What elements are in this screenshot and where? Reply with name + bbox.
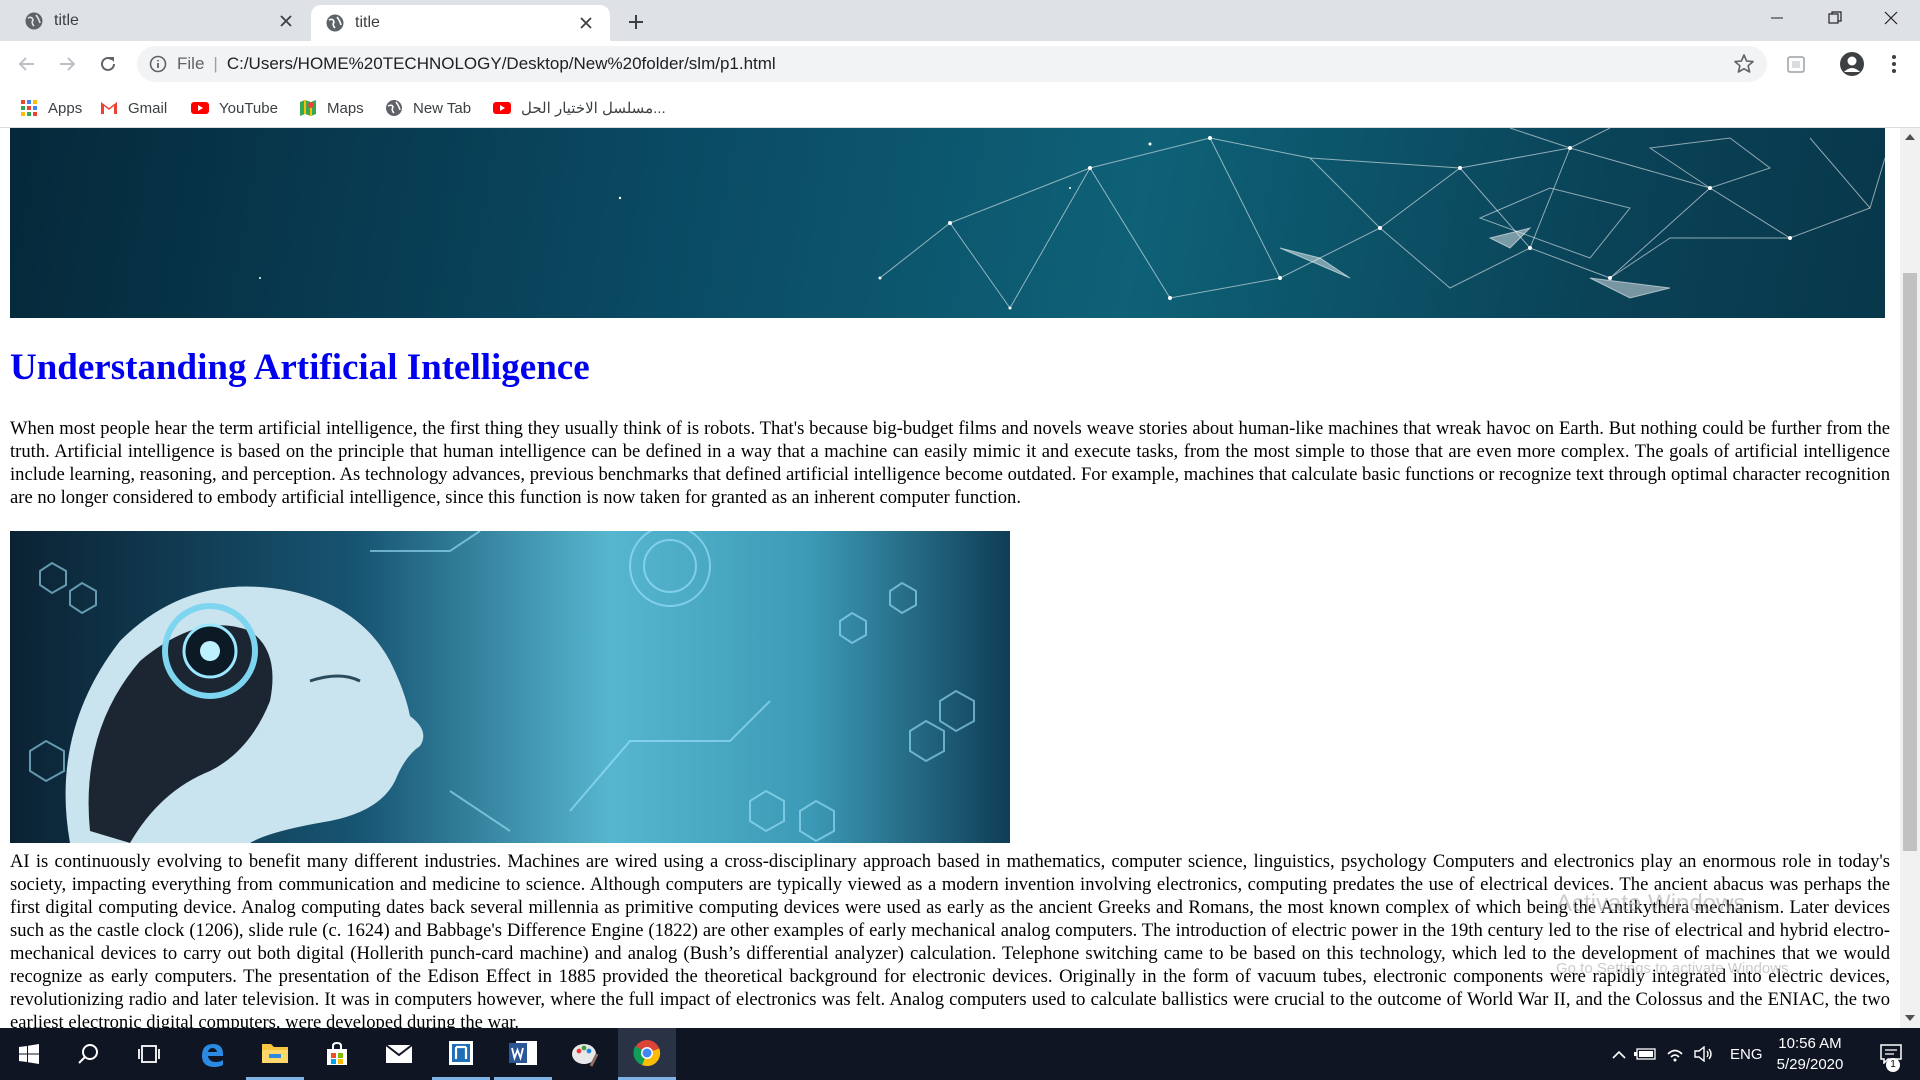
action-center-button[interactable] xyxy=(1862,1028,1920,1080)
chrome-app[interactable] xyxy=(618,1028,676,1080)
mail-icon xyxy=(385,1044,413,1063)
bookmark-label: Maps xyxy=(327,99,364,117)
youtube-icon xyxy=(493,99,511,117)
forward-button[interactable] xyxy=(52,49,82,79)
bookmark-gmail[interactable]: Gmail xyxy=(100,88,167,128)
volume-icon[interactable] xyxy=(1690,1046,1718,1062)
new-tab-button[interactable] xyxy=(622,8,650,36)
url-text[interactable]: C:/Users/HOME%20TECHNOLOGY/Desktop/New%2… xyxy=(227,54,776,74)
store-icon xyxy=(327,1041,347,1065)
tablet-app-icon xyxy=(449,1040,473,1065)
notification-count-badge: 1 xyxy=(1886,1058,1900,1072)
body-paragraph: AI is continuously evolving to benefit m… xyxy=(10,851,1890,1028)
profile-avatar-icon[interactable] xyxy=(1838,50,1866,78)
page-scrollbar[interactable] xyxy=(1900,128,1920,1028)
browser-toolbar: File | C:/Users/HOME%20TECHNOLOGY/Deskto… xyxy=(0,41,1920,88)
bookmarks-bar: Apps Gmail YouTube Maps New Tab مسلسل ال… xyxy=(0,88,1920,128)
forward-arrow-icon xyxy=(60,57,76,71)
file-explorer-app[interactable] xyxy=(246,1028,304,1080)
edge-icon xyxy=(202,1044,223,1067)
minimize-button[interactable] xyxy=(1748,0,1806,36)
search-button[interactable] xyxy=(60,1028,118,1080)
clock-date: 5/29/2020 xyxy=(1776,1056,1844,1073)
bookmark-label: Apps xyxy=(48,99,83,117)
mail-app[interactable] xyxy=(370,1028,428,1080)
restore-icon xyxy=(1828,11,1842,24)
chrome-icon xyxy=(633,1039,661,1066)
gmail-icon xyxy=(100,99,118,117)
tab-strip: title title xyxy=(0,0,1920,41)
close-tab-icon[interactable] xyxy=(274,9,298,33)
bookmark-maps[interactable]: Maps xyxy=(299,88,364,128)
apps-grid-icon xyxy=(20,99,38,117)
start-button[interactable] xyxy=(0,1028,58,1080)
close-window-button[interactable] xyxy=(1862,0,1920,36)
word-app[interactable] xyxy=(494,1028,552,1080)
bookmark-label: YouTube xyxy=(219,99,278,117)
bookmark-new-tab[interactable]: New Tab xyxy=(385,88,471,128)
paint-app[interactable] xyxy=(556,1028,614,1080)
show-hidden-icons-icon[interactable] xyxy=(1608,1050,1630,1059)
paint-icon xyxy=(572,1044,599,1067)
tab-active[interactable]: title xyxy=(311,5,610,41)
windows-start-icon xyxy=(19,1044,39,1064)
taskbar-clock[interactable]: 10:56 AM 5/29/2020 xyxy=(1760,1033,1860,1075)
scheme-label: File xyxy=(177,54,205,73)
tab-inactive[interactable]: title xyxy=(0,0,310,41)
back-button[interactable] xyxy=(12,49,42,79)
close-icon xyxy=(1884,11,1898,25)
reload-button[interactable] xyxy=(93,49,123,79)
reload-icon xyxy=(101,56,115,71)
word-icon xyxy=(509,1040,537,1065)
address-divider: | xyxy=(213,54,218,73)
info-icon[interactable] xyxy=(149,55,167,73)
globe-icon xyxy=(325,13,345,33)
store-app[interactable] xyxy=(308,1028,366,1080)
tab-title: title xyxy=(355,14,380,31)
restore-button[interactable] xyxy=(1806,0,1864,36)
bookmark-star-icon[interactable] xyxy=(1733,53,1755,75)
wifi-icon[interactable] xyxy=(1660,1046,1690,1062)
address-bar[interactable]: File | C:/Users/HOME%20TECHNOLOGY/Deskto… xyxy=(137,46,1767,82)
task-view-icon xyxy=(138,1045,160,1063)
minimize-icon xyxy=(1771,17,1783,19)
task-view-button[interactable] xyxy=(120,1028,178,1080)
bookmark-label: Gmail xyxy=(128,99,168,117)
activate-windows-subtext: Go to Settings to activate Windows. xyxy=(1556,960,1793,977)
bookmark-youtube-series[interactable]: مسلسل الاختيار الحل... xyxy=(493,88,666,128)
search-icon xyxy=(78,1044,98,1064)
globe-icon xyxy=(385,99,403,117)
extension-icon[interactable] xyxy=(1782,50,1810,78)
youtube-icon xyxy=(191,99,209,117)
system-tray: ENG xyxy=(1608,1028,1763,1080)
bookmark-label: New Tab xyxy=(413,99,472,117)
globe-icon xyxy=(24,11,44,31)
intro-paragraph: When most people hear the term artificia… xyxy=(10,418,1890,508)
tablet-app[interactable] xyxy=(432,1028,490,1080)
scroll-down-arrow-icon[interactable] xyxy=(1905,1015,1915,1021)
tab-title: title xyxy=(54,11,79,29)
page-title: Understanding Artificial Intelligence xyxy=(10,347,590,388)
close-tab-icon[interactable] xyxy=(574,11,598,35)
maps-icon xyxy=(299,99,317,117)
ai-robot-head-image xyxy=(10,531,1010,843)
language-indicator[interactable]: ENG xyxy=(1730,1046,1763,1063)
back-arrow-icon xyxy=(18,57,34,71)
bookmark-label: مسلسل الاختيار الحل... xyxy=(521,100,666,117)
scrollbar-thumb[interactable] xyxy=(1903,273,1917,851)
plus-icon xyxy=(629,15,643,29)
file-explorer-icon xyxy=(262,1043,288,1063)
bookmark-youtube[interactable]: YouTube xyxy=(191,88,278,128)
scroll-up-arrow-icon[interactable] xyxy=(1905,134,1915,140)
windows-taskbar: ENG 10:56 AM 5/29/2020 1 xyxy=(0,1028,1920,1080)
edge-app[interactable] xyxy=(183,1028,241,1080)
menu-dots-icon[interactable] xyxy=(1880,50,1908,78)
network-banner-image xyxy=(10,128,1885,318)
bookmark-apps[interactable]: Apps xyxy=(20,88,82,128)
battery-icon[interactable] xyxy=(1630,1048,1660,1060)
clock-time: 10:56 AM xyxy=(1778,1035,1842,1052)
activate-windows-watermark: Activate Windows xyxy=(1556,890,1746,917)
